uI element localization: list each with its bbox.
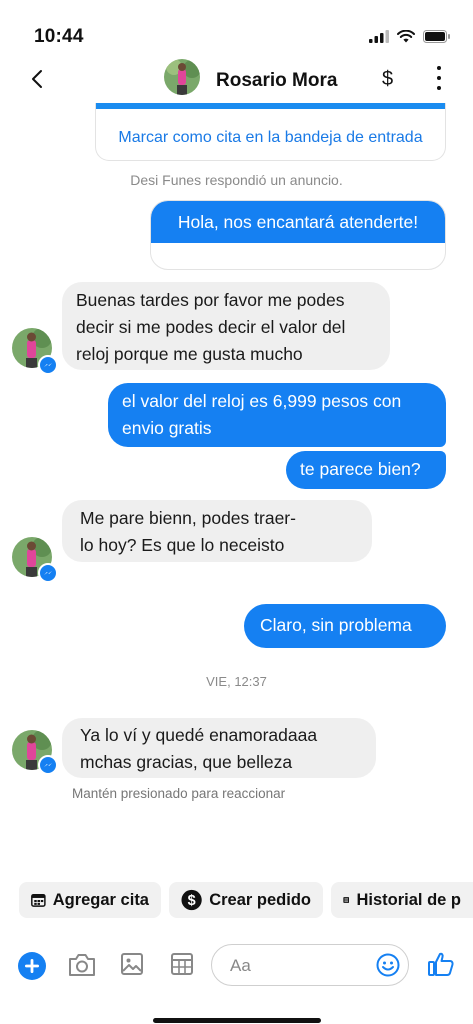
chip-label: Crear pedido — [209, 890, 311, 909]
message-composer[interactable] — [211, 944, 409, 986]
plus-icon — [18, 952, 46, 980]
status-icons — [369, 30, 451, 43]
message-line: te parece bien? — [300, 459, 421, 479]
message-line: mchas gracias, que belleza — [80, 752, 293, 772]
image-icon — [121, 953, 143, 975]
camera-button[interactable] — [67, 952, 97, 983]
chip-label: Agregar cita — [52, 890, 149, 909]
message-line: reloj porque me gusta mucho — [76, 344, 303, 364]
message-bubble-out[interactable]: Claro, sin problema — [244, 604, 446, 648]
message-bubble-in[interactable]: Ya lo ví y quedé enamoradaaa mchas graci… — [62, 718, 376, 778]
messenger-badge-icon — [38, 755, 58, 775]
reaction-hint: Mantén presionado para reaccionar — [72, 786, 286, 801]
emoji-button[interactable] — [376, 953, 400, 982]
calendar-icon — [31, 893, 46, 907]
more-options-icon[interactable] — [435, 66, 443, 90]
plus-button[interactable] — [18, 952, 46, 985]
message-line: Buenas tardes por favor me podes — [76, 290, 345, 310]
message-line: Claro, sin problema — [260, 615, 412, 635]
wifi-icon — [397, 30, 415, 43]
message-line: el valor del reloj es 6,999 pesos con — [122, 391, 402, 411]
like-button[interactable] — [427, 950, 455, 983]
chevron-left-icon — [32, 70, 42, 88]
message-line: decir si me podes decir el valor del — [76, 317, 346, 337]
message-line: envio gratis — [122, 418, 212, 438]
ad-card-accent-bar — [96, 103, 445, 109]
dollar-icon[interactable]: $ — [382, 68, 393, 91]
calendar-button[interactable] — [170, 952, 194, 981]
camera-icon — [69, 954, 95, 976]
message-line: lo hoy? Es que lo neceisto — [80, 535, 285, 555]
message-bubble-out[interactable]: Hola, nos encantará atenderte! — [150, 200, 446, 270]
home-indicator — [153, 1018, 321, 1023]
message-input[interactable] — [228, 953, 372, 979]
back-button[interactable] — [24, 64, 50, 94]
status-time: 10:44 — [34, 26, 84, 47]
battery-icon — [423, 30, 450, 43]
chip-label: Historial de p — [356, 890, 461, 909]
quick-reply-add-appointment[interactable]: Agregar cita — [19, 882, 161, 918]
message-bubble-out[interactable]: te parece bien? — [286, 451, 446, 489]
message-bubble-out[interactable]: el valor del reloj es 6,999 pesos con en… — [108, 383, 446, 447]
mark-appointment-link[interactable]: Marcar como cita en la bandeja de entrad… — [96, 129, 445, 147]
smiley-icon — [376, 953, 400, 977]
message-bubble-in[interactable]: Buenas tardes por favor me podes decir s… — [62, 282, 390, 370]
message-line: Ya lo ví y quedé enamoradaaa — [80, 725, 318, 745]
ad-reply-card: Marcar como cita en la bandeja de entrad… — [95, 103, 446, 161]
ad-reply-note: Desi Funes respondió un anuncio. — [130, 172, 343, 188]
contact-avatar[interactable] — [164, 59, 200, 95]
signal-icon — [369, 30, 389, 43]
message-line: Me pare bienn, podes traer- — [80, 508, 296, 528]
dollar-circle-icon: $ — [181, 889, 202, 911]
message-bubble-in[interactable]: Me pare bienn, podes traer- lo hoy? Es q… — [62, 500, 372, 562]
message-text: Hola, nos encantará atenderte! — [151, 201, 445, 243]
list-icon — [343, 897, 350, 903]
thumbs-up-icon — [428, 952, 454, 976]
quick-reply-create-order[interactable]: $ Crear pedido — [169, 882, 323, 918]
messenger-badge-icon — [38, 355, 58, 375]
calendar-grid-icon — [171, 953, 193, 975]
contact-name[interactable]: Rosario Mora — [216, 70, 337, 92]
gallery-button[interactable] — [120, 952, 144, 981]
messenger-badge-icon — [38, 563, 58, 583]
quick-reply-history[interactable]: Historial de p — [331, 882, 473, 918]
message-timestamp: VIE, 12:37 — [206, 674, 267, 689]
svg-text:$: $ — [188, 893, 196, 909]
